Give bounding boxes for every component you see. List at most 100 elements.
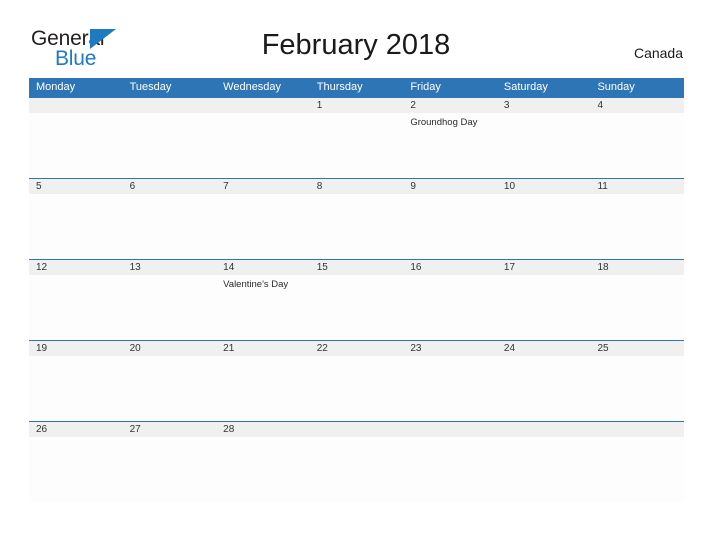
day-cell[interactable]: 9: [403, 179, 497, 194]
day-number: 10: [503, 181, 516, 192]
day-cell[interactable]: 13: [123, 260, 217, 275]
day-cell[interactable]: 12: [29, 260, 123, 275]
event-cell[interactable]: [497, 113, 591, 179]
day-number: 21: [223, 343, 235, 354]
weekday-wednesday: Wednesday: [223, 81, 282, 93]
day-number: 15: [316, 262, 328, 273]
day-cell[interactable]: 15: [310, 260, 404, 275]
day-cell[interactable]: 19: [29, 341, 123, 356]
day-cell[interactable]: 16: [403, 260, 497, 275]
event-cell[interactable]: [123, 113, 217, 179]
day-number: 11: [597, 181, 608, 192]
day-cell[interactable]: 4: [590, 98, 684, 113]
weekday-friday: Friday: [410, 81, 441, 93]
event-cell[interactable]: [590, 437, 684, 503]
day-cell[interactable]: 2: [403, 98, 497, 113]
day-cell[interactable]: 25: [590, 341, 684, 356]
week-event-band: [29, 437, 684, 503]
event-cell[interactable]: [216, 356, 310, 422]
event-cell[interactable]: [29, 194, 123, 260]
event-cell[interactable]: Valentine's Day: [216, 275, 310, 341]
event-cell[interactable]: [216, 194, 310, 260]
event-cell[interactable]: [29, 113, 123, 179]
week-row: 12 13 14 15 16 17 18 Valentine's Day: [29, 259, 684, 340]
event-label: Groundhog Day: [410, 117, 478, 128]
day-cell[interactable]: [123, 98, 217, 113]
day-cell[interactable]: 14: [216, 260, 310, 275]
day-cell[interactable]: [29, 98, 123, 113]
day-number: 3: [503, 100, 510, 111]
day-cell[interactable]: [310, 422, 404, 437]
event-cell[interactable]: Groundhog Day: [403, 113, 497, 179]
weekday-header-row: Monday Tuesday Wednesday Thursday Friday…: [29, 78, 684, 97]
event-cell[interactable]: [123, 356, 217, 422]
day-number: 27: [129, 424, 141, 435]
day-cell[interactable]: 8: [310, 179, 404, 194]
day-cell[interactable]: 27: [123, 422, 217, 437]
day-cell[interactable]: 20: [123, 341, 217, 356]
day-cell[interactable]: [497, 422, 591, 437]
event-cell[interactable]: [123, 194, 217, 260]
event-cell[interactable]: [310, 194, 404, 260]
event-cell[interactable]: [403, 437, 497, 503]
event-cell[interactable]: [497, 356, 591, 422]
day-cell[interactable]: 7: [216, 179, 310, 194]
event-cell[interactable]: [497, 194, 591, 260]
event-cell[interactable]: [590, 356, 684, 422]
week-event-band: [29, 356, 684, 422]
day-cell[interactable]: 23: [403, 341, 497, 356]
event-cell[interactable]: [403, 356, 497, 422]
day-cell[interactable]: [216, 98, 310, 113]
day-cell[interactable]: 28: [216, 422, 310, 437]
day-cell[interactable]: 3: [497, 98, 591, 113]
event-cell[interactable]: [29, 437, 123, 503]
day-cell[interactable]: 22: [310, 341, 404, 356]
event-cell[interactable]: [403, 275, 497, 341]
day-cell[interactable]: 24: [497, 341, 591, 356]
event-cell[interactable]: [310, 275, 404, 341]
day-number: 23: [410, 343, 422, 354]
day-cell[interactable]: 5: [29, 179, 123, 194]
day-number: 19: [36, 343, 48, 354]
day-number: 7: [223, 181, 229, 192]
event-cell[interactable]: [29, 356, 123, 422]
week-event-band: [29, 194, 684, 260]
week-date-band: 26 27 28: [29, 422, 684, 437]
day-cell[interactable]: 18: [590, 260, 684, 275]
event-cell[interactable]: [590, 194, 684, 260]
day-cell[interactable]: 1: [310, 98, 404, 113]
event-cell[interactable]: [216, 437, 310, 503]
event-cell[interactable]: [497, 275, 591, 341]
event-cell[interactable]: [310, 437, 404, 503]
calendar-grid: Monday Tuesday Wednesday Thursday Friday…: [29, 78, 684, 502]
day-number: 5: [36, 181, 42, 192]
event-cell[interactable]: [123, 275, 217, 341]
day-number: 1: [316, 100, 323, 111]
day-cell[interactable]: [403, 422, 497, 437]
day-number: 17: [503, 262, 516, 273]
event-cell[interactable]: [310, 113, 404, 179]
day-cell[interactable]: 6: [123, 179, 217, 194]
weekday-monday: Monday: [36, 81, 76, 93]
day-number: 13: [129, 262, 141, 273]
event-cell[interactable]: [403, 194, 497, 260]
week-date-band: 1 2 3 4: [29, 98, 684, 113]
event-cell[interactable]: [123, 437, 217, 503]
week-date-band: 5 6 7 8 9 10 11: [29, 179, 684, 194]
day-cell[interactable]: 11: [590, 179, 684, 194]
event-cell[interactable]: [590, 275, 684, 341]
event-cell[interactable]: [497, 437, 591, 503]
day-cell[interactable]: 10: [497, 179, 591, 194]
day-cell[interactable]: [590, 422, 684, 437]
day-number: 8: [316, 181, 323, 192]
day-number: 2: [410, 100, 416, 111]
day-cell[interactable]: 17: [497, 260, 591, 275]
event-cell[interactable]: [590, 113, 684, 179]
week-row: 19 20 21 22 23 24 25: [29, 340, 684, 421]
weekday-thursday: Thursday: [316, 81, 363, 93]
event-cell[interactable]: [216, 113, 310, 179]
day-cell[interactable]: 26: [29, 422, 123, 437]
day-cell[interactable]: 21: [216, 341, 310, 356]
event-cell[interactable]: [29, 275, 123, 341]
event-cell[interactable]: [310, 356, 404, 422]
